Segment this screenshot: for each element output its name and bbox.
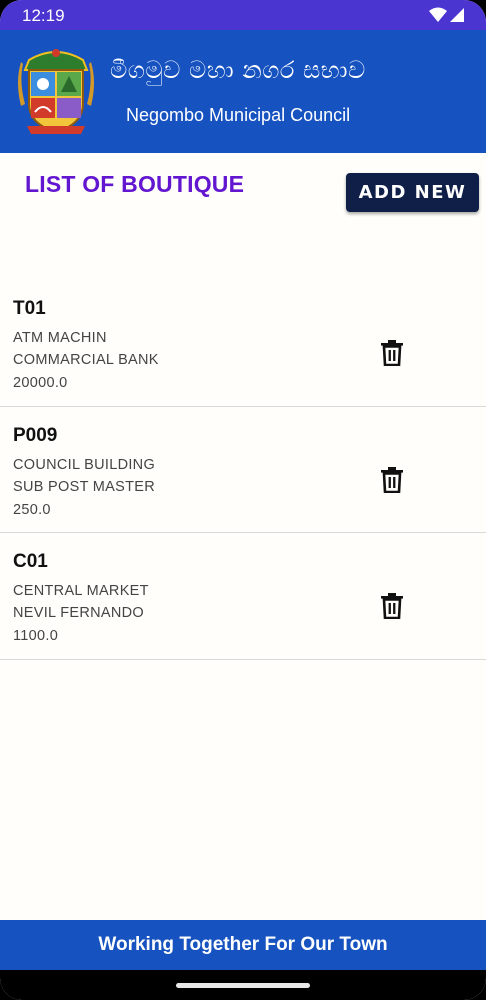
app-screen: 12:19 මීගමුව මහා නගර සභාව Negombo Munici…: [0, 0, 486, 1000]
boutique-location: CENTRAL MARKET: [13, 583, 149, 599]
home-gesture-handle[interactable]: [176, 983, 310, 988]
boutique-location: COUNCIL BUILDING: [13, 456, 156, 473]
municipal-crest-logo: [18, 49, 94, 134]
signal-icon: [450, 8, 464, 22]
delete-icon[interactable]: [380, 593, 404, 619]
boutique-amount: 1100.0: [13, 628, 59, 644]
boutique-tenant: COMMARCIAL BANK: [13, 352, 159, 368]
page-title: LIST OF BOUTIQUE: [25, 171, 245, 197]
boutique-code: C01: [13, 551, 48, 572]
delete-icon[interactable]: [380, 340, 404, 366]
boutique-code: T01: [13, 298, 46, 319]
status-bar: 12:19: [0, 0, 486, 30]
boutique-list: T01 ATM MACHIN COMMARCIAL BANK 20000.0 P…: [0, 280, 486, 660]
boutique-amount: 20000.0: [13, 375, 68, 391]
list-item[interactable]: P009 COUNCIL BUILDING SUB POST MASTER 25…: [0, 407, 486, 533]
add-new-button[interactable]: ADD NEW: [346, 173, 479, 212]
boutique-tenant: SUB POST MASTER: [13, 478, 156, 495]
status-time: 12:19: [22, 6, 65, 25]
wifi-icon: [429, 7, 447, 22]
boutique-amount: 250.0: [13, 501, 51, 518]
status-icons: [429, 7, 464, 22]
boutique-code: P009: [13, 424, 58, 446]
boutique-tenant: NEVIL FERNANDO: [13, 605, 144, 621]
footer-banner: Working Together For Our Town: [0, 920, 486, 970]
list-item[interactable]: T01 ATM MACHIN COMMARCIAL BANK 20000.0: [0, 280, 486, 407]
header-title-english: Negombo Municipal Council: [126, 105, 351, 125]
app-header: මීගමුව මහා නගර සභාව Negombo Municipal Co…: [0, 30, 486, 153]
header-title-sinhala: මීගමුව මහා නගර සභාව: [110, 56, 366, 84]
boutique-location: ATM MACHIN: [13, 330, 107, 346]
delete-icon[interactable]: [380, 466, 404, 493]
list-item[interactable]: C01 CENTRAL MARKET NEVIL FERNANDO 1100.0: [0, 533, 486, 660]
navigation-bar: [0, 970, 486, 1000]
